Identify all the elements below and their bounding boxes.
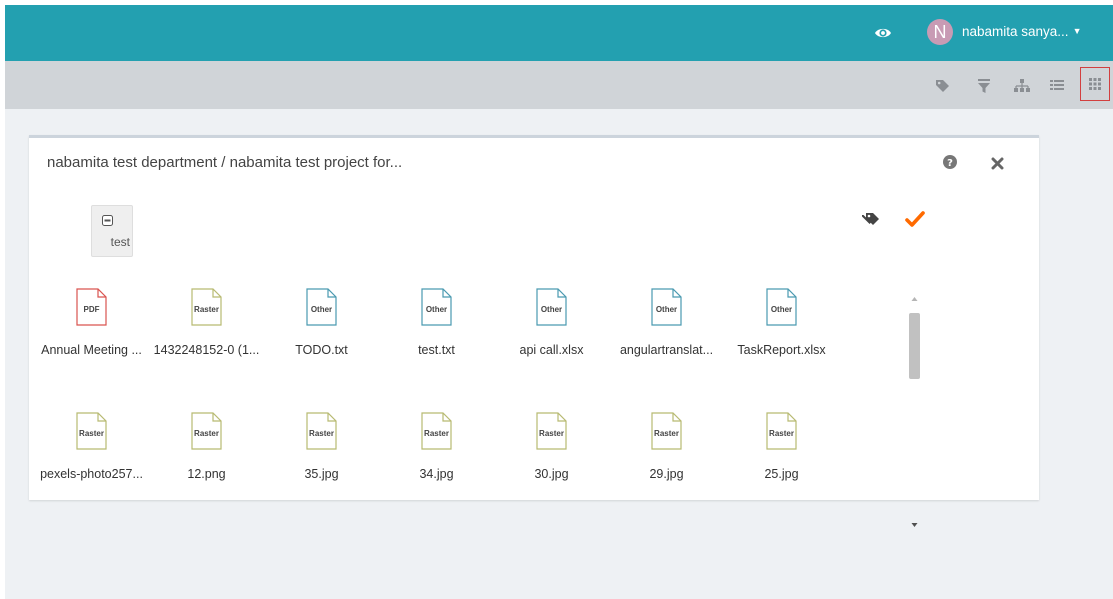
user-name: nabamita sanya... [962,24,1069,39]
file-type-label: Other [656,305,677,314]
check-icon[interactable] [905,209,925,229]
svg-text:?: ? [947,158,953,169]
file-type-label: Other [426,305,447,314]
file-type-icon: Raster [306,412,337,450]
file-name: test.txt [418,343,455,357]
scroll-up-arrow-icon[interactable] [906,291,923,307]
file-type-label: Other [771,305,792,314]
file-type-icon: Other [766,288,797,326]
file-type-label: Raster [539,429,564,438]
folder-label: test [110,235,130,249]
caret-down-icon: ▼ [1072,26,1082,36]
file-name: 1432248152-0 (1... [153,343,260,357]
file-name: 34.jpg [419,467,454,481]
file-item[interactable]: Other test.txt [379,288,494,378]
file-item[interactable]: Raster 29.jpg [609,412,724,500]
breadcrumb[interactable]: nabamita test department / nabamita test… [47,154,402,171]
file-type-label: Raster [769,429,794,438]
scroll-down-arrow-icon[interactable] [906,517,923,533]
file-item[interactable]: Raster 35.jpg [264,412,379,500]
file-type-label: Raster [79,429,104,438]
hierarchy-icon[interactable] [1013,77,1031,95]
file-name: 35.jpg [304,467,339,481]
file-grid-scrollbar[interactable] [906,291,923,534]
grid-view-icon [1089,78,1101,90]
eye-icon[interactable] [874,24,892,42]
top-bar: N nabamita sanya... ▼ [5,5,1113,61]
user-menu[interactable]: nabamita sanya... ▼ [962,21,1082,42]
file-item[interactable]: Raster 12.png [149,412,264,500]
file-name: 12.png [187,467,226,481]
file-name: Annual Meeting ... [41,343,142,357]
file-type-label: Raster [194,429,219,438]
file-type-label: Raster [309,429,334,438]
file-type-label: Raster [194,305,219,314]
file-name: TODO.txt [295,343,348,357]
folder-tile[interactable]: test [91,205,133,257]
file-name: 25.jpg [764,467,799,481]
file-type-label: Raster [424,429,449,438]
file-type-icon: Raster [76,412,107,450]
file-item[interactable]: Raster 25.jpg [724,412,839,500]
file-name: api call.xlsx [519,343,584,357]
list-view-icon[interactable] [1048,77,1066,95]
filter-icon[interactable] [975,77,993,95]
tag-icon[interactable] [934,77,952,95]
grid-view-button[interactable] [1080,67,1110,101]
file-name: 29.jpg [649,467,684,481]
file-name: pexels-photo257... [40,467,143,481]
file-item[interactable]: Raster 34.jpg [379,412,494,500]
close-icon[interactable] [991,157,1004,170]
file-item[interactable]: Raster 1432248152-0 (1... [149,288,264,378]
file-item[interactable]: Other TaskReport.xlsx [724,288,839,378]
file-grid: PDF Annual Meeting ... Raster 1432248152-0 … [29,288,911,500]
file-type-icon: Other [651,288,682,326]
file-type-icon: Other [536,288,567,326]
file-item[interactable]: Raster pexels-photo257... [34,412,149,500]
file-type-label: Other [541,305,562,314]
file-item[interactable]: Other api call.xlsx [494,288,609,378]
file-type-icon: Raster [651,412,682,450]
file-name: angulartranslat... [619,343,714,357]
scrollbar-thumb[interactable] [909,313,920,379]
file-type-icon: Other [306,288,337,326]
file-type-icon: Other [421,288,452,326]
view-toolbar [5,61,1113,109]
file-type-icon: Raster [536,412,567,450]
file-name: 30.jpg [534,467,569,481]
file-type-label: Raster [654,429,679,438]
collapse-icon[interactable] [102,215,113,226]
file-type-icon: Raster [766,412,797,450]
file-browser-panel: nabamita test department / nabamita test… [29,135,1039,500]
file-type-icon: Raster [421,412,452,450]
file-name: TaskReport.xlsx [737,343,826,357]
file-type-icon: Raster [191,412,222,450]
avatar[interactable]: N [927,19,953,45]
tags-icon[interactable] [861,211,883,229]
help-icon[interactable]: ? [942,154,958,170]
file-item[interactable]: PDF Annual Meeting ... [34,288,149,378]
file-item[interactable]: Raster 30.jpg [494,412,609,500]
file-type-label: PDF [84,305,100,314]
file-item[interactable]: Other TODO.txt [264,288,379,378]
app-window: N nabamita sanya... ▼ nabamita test depa… [5,5,1113,599]
file-type-label: Other [311,305,332,314]
file-type-icon: PDF [76,288,107,326]
file-type-icon: Raster [191,288,222,326]
file-item[interactable]: Other angulartranslat... [609,288,724,378]
